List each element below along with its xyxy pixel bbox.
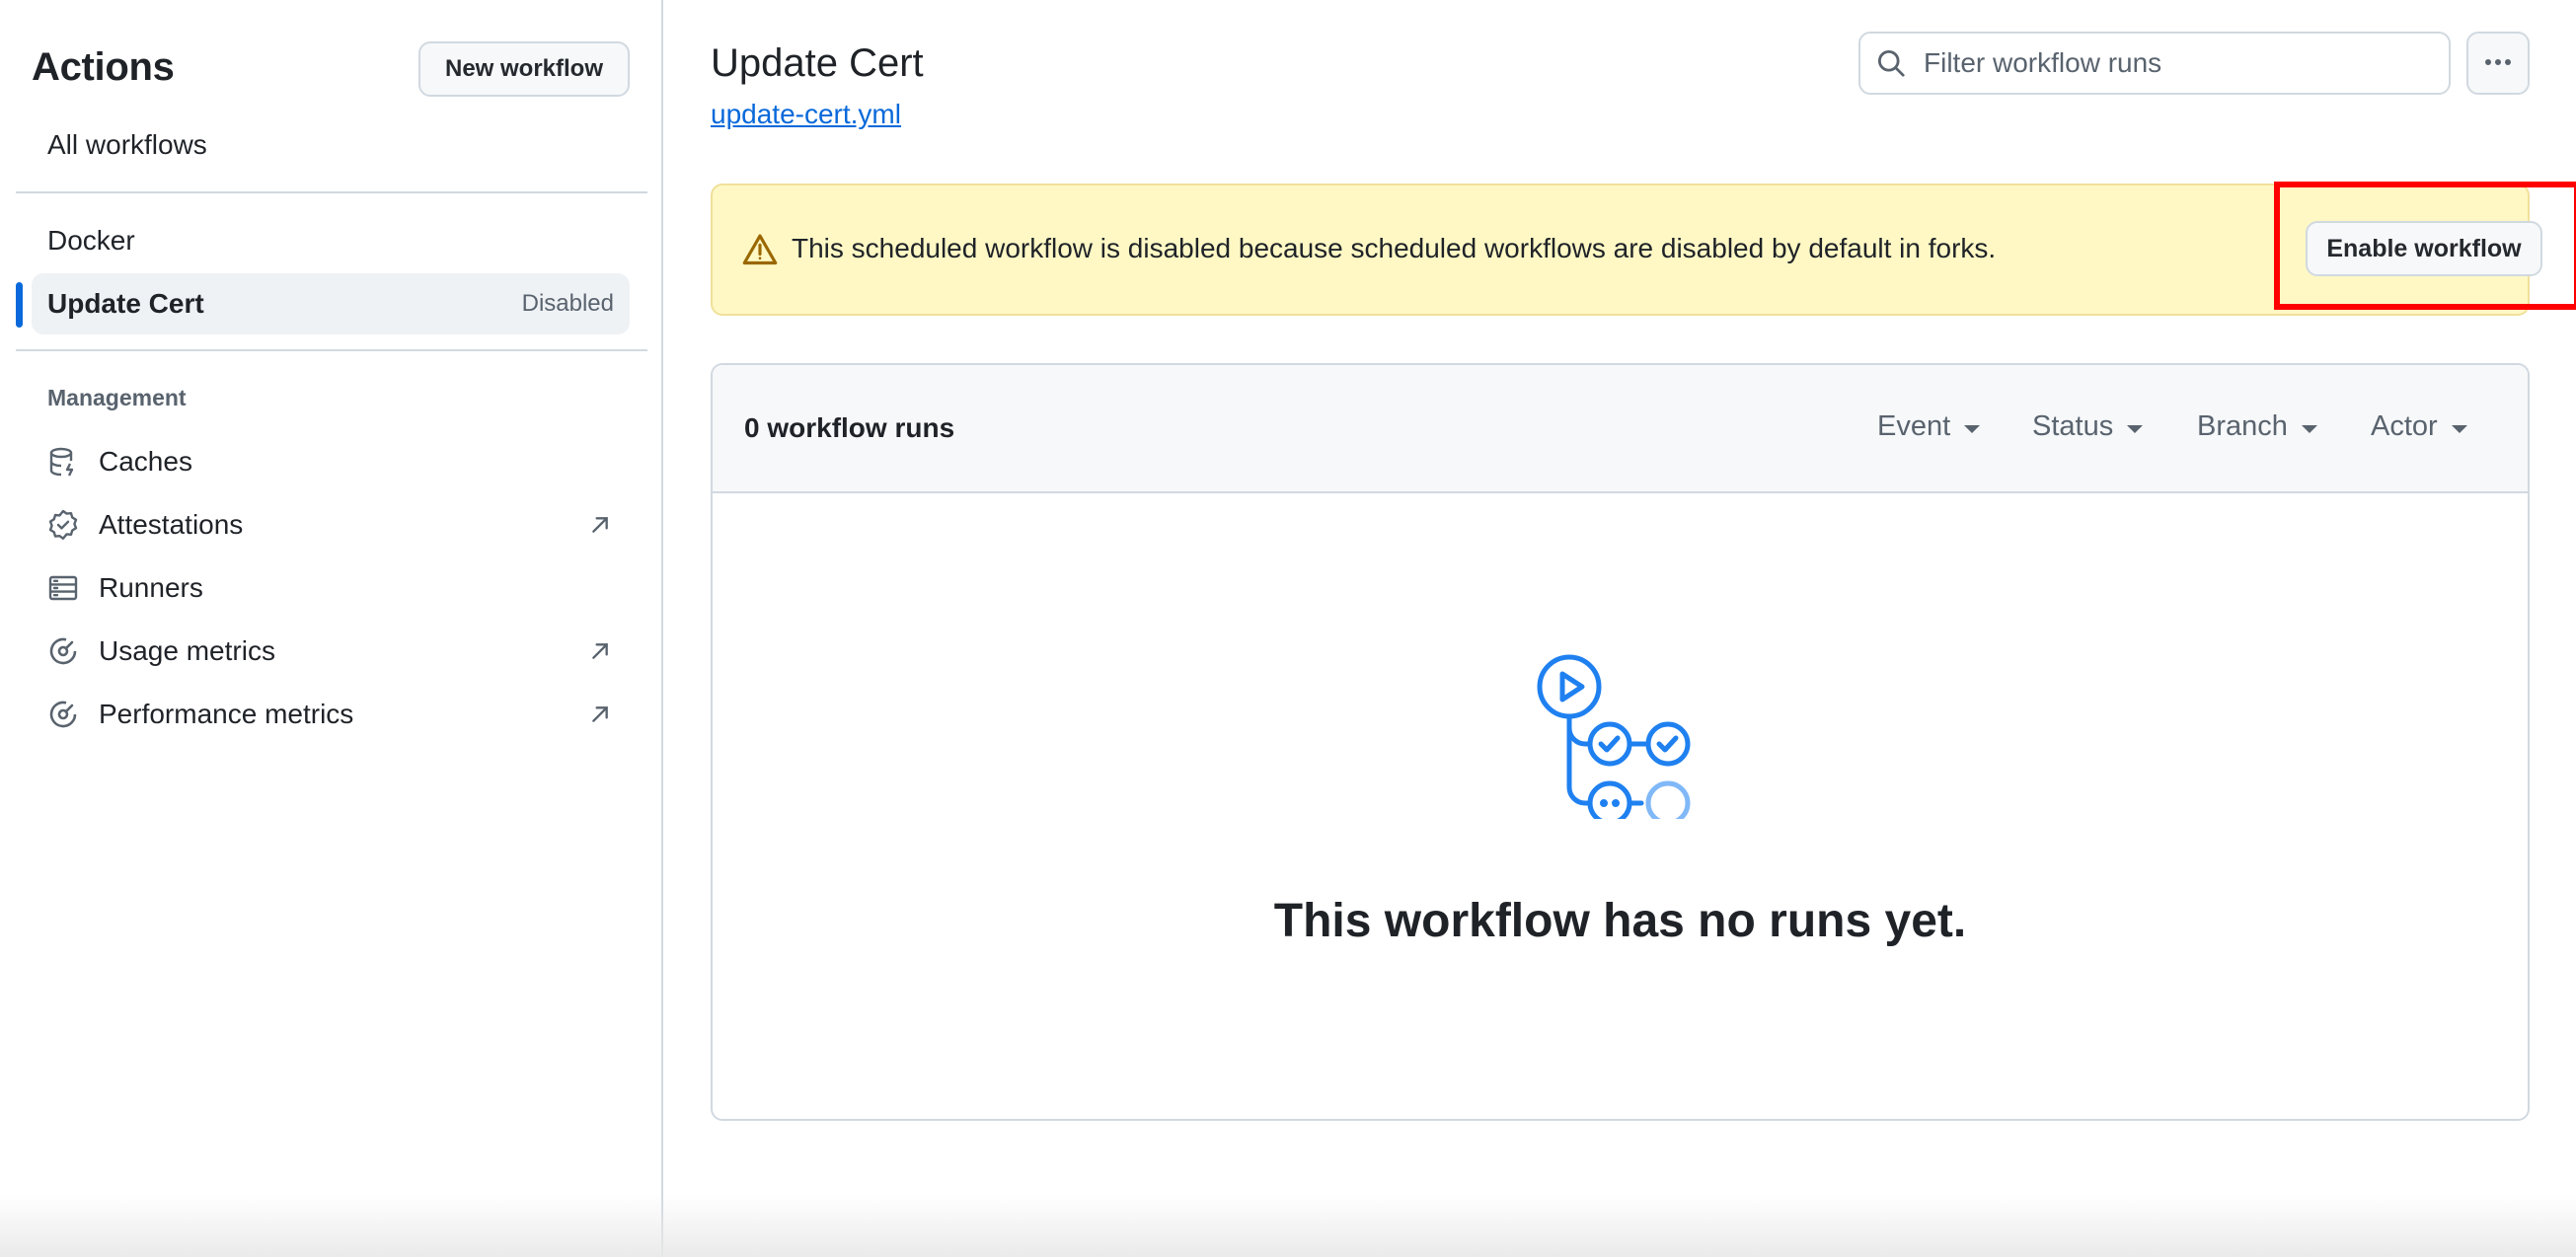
- workflow-file-link[interactable]: update-cert.yml: [711, 99, 901, 130]
- sidebar-item-label: Caches: [99, 446, 192, 477]
- database-icon: [45, 444, 81, 480]
- filter-label: Actor: [2371, 410, 2438, 442]
- filter-event[interactable]: Event: [1877, 410, 1981, 443]
- kebab-horizontal-icon: [2483, 54, 2513, 72]
- sidebar-header: Actions New workflow: [32, 39, 630, 101]
- sidebar-item-label: Attestations: [99, 509, 244, 540]
- filter-status[interactable]: Status: [2032, 410, 2144, 443]
- workflow-icon: [1536, 651, 1704, 826]
- link-external-icon: [586, 701, 614, 728]
- nav-item-label: Update Cert: [47, 288, 204, 319]
- warning-message: This scheduled workflow is disabled beca…: [792, 233, 1997, 263]
- triangle-down-icon: [2127, 424, 2144, 433]
- filter-actor[interactable]: Actor: [2371, 410, 2467, 443]
- server-icon: [45, 570, 81, 606]
- triangle-down-icon: [2301, 424, 2317, 433]
- filter-label: Status: [2032, 410, 2114, 442]
- nav-item-label: Docker: [47, 225, 135, 256]
- sidebar-item-attestations[interactable]: Attestations: [32, 494, 630, 555]
- filter-label: Branch: [2197, 410, 2288, 442]
- meter-icon: [45, 633, 81, 669]
- sidebar-divider: [16, 191, 647, 193]
- link-external-icon: [586, 637, 614, 665]
- sidebar-title: Actions: [32, 45, 175, 89]
- sidebar-item-label: Performance metrics: [99, 699, 354, 729]
- sidebar-item-label: Runners: [99, 572, 203, 603]
- triangle-down-icon: [2451, 424, 2467, 433]
- nav-item-label: All workflows: [47, 129, 207, 160]
- management-heading: Management: [47, 385, 187, 410]
- workflow-runs-panel: 0 workflow runs Event Status Branch Acto…: [711, 363, 2530, 1121]
- nav-item-docker[interactable]: Docker: [32, 210, 630, 271]
- link-external-icon: [586, 511, 614, 539]
- sidebar-item-runners[interactable]: Runners: [32, 557, 630, 619]
- sidebar-item-performance-metrics[interactable]: Performance metrics: [32, 684, 630, 745]
- runs-count: 0 workflow runs: [744, 412, 955, 443]
- meter-icon: [45, 697, 81, 732]
- search-icon: [1874, 46, 1908, 80]
- active-indicator: [16, 282, 23, 328]
- filter-runs-search[interactable]: [1858, 32, 2451, 95]
- sidebar-item-caches[interactable]: Caches: [32, 431, 630, 492]
- highlight-box: [2274, 182, 2576, 310]
- verified-badge-icon: [45, 507, 81, 543]
- new-workflow-button[interactable]: New workflow: [418, 41, 630, 97]
- runs-header: 0 workflow runs Event Status Branch Acto…: [713, 365, 2528, 493]
- more-options-button[interactable]: [2466, 32, 2530, 95]
- filter-label: Event: [1877, 410, 1951, 442]
- main-content: Update Cert update-cert.yml This schedul…: [665, 0, 2576, 1257]
- page-title: Update Cert: [711, 41, 924, 85]
- sidebar: Actions New workflow All workflows Docke…: [0, 0, 663, 1257]
- sidebar-divider: [16, 349, 647, 351]
- alert-icon: [742, 232, 778, 267]
- disabled-badge: Disabled: [521, 290, 614, 317]
- filter-branch[interactable]: Branch: [2197, 410, 2317, 443]
- search-input[interactable]: [1922, 46, 2435, 80]
- empty-state-title: This workflow has no runs yet.: [1273, 895, 1967, 947]
- nav-item-update-cert[interactable]: Update Cert Disabled: [32, 273, 630, 334]
- sidebar-item-usage-metrics[interactable]: Usage metrics: [32, 621, 630, 682]
- nav-item-all-workflows[interactable]: All workflows: [32, 114, 630, 176]
- sidebar-item-label: Usage metrics: [99, 635, 275, 666]
- triangle-down-icon: [1964, 424, 1981, 433]
- disabled-warning-banner: This scheduled workflow is disabled beca…: [711, 182, 2576, 316]
